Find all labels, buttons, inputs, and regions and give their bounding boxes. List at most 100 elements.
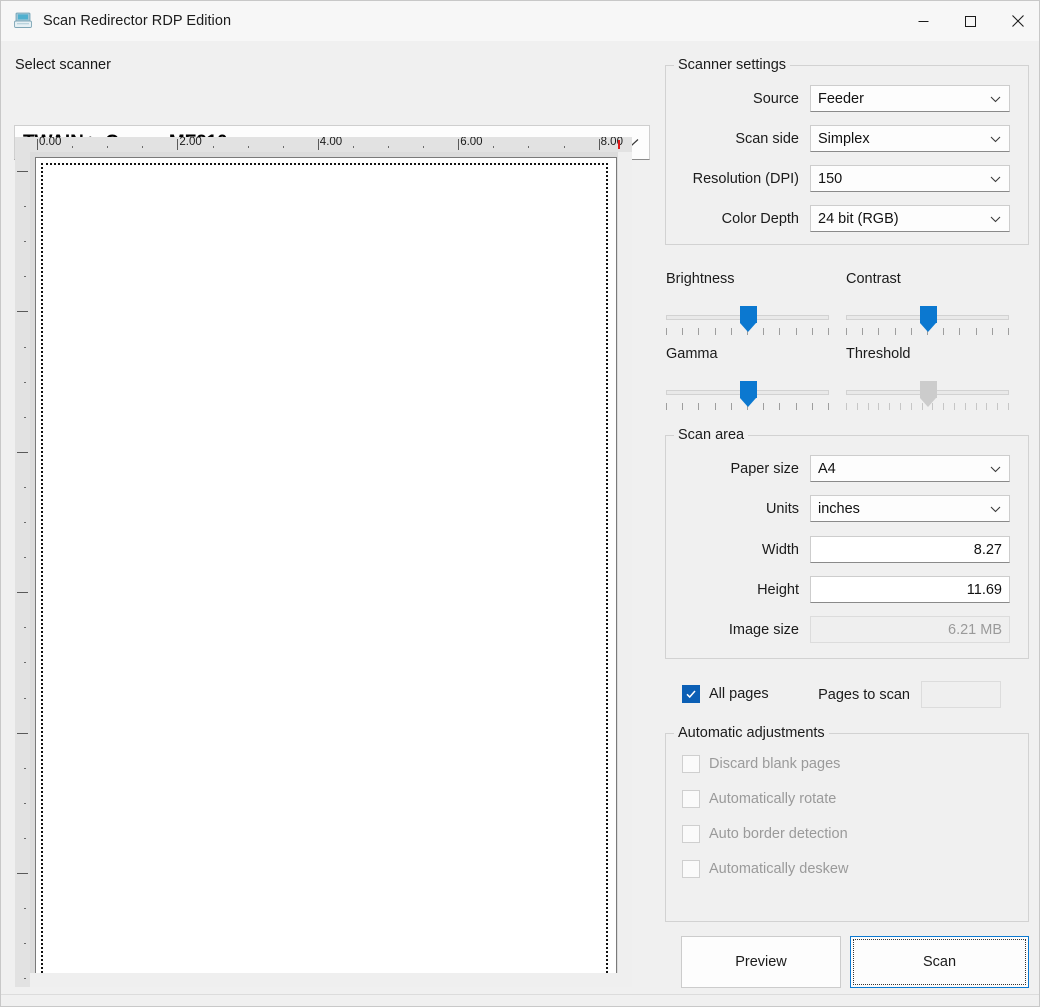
threshold-slider[interactable] (846, 381, 1009, 409)
pages-to-scan-label: Pages to scan (811, 687, 921, 703)
scan-side-label: Scan side (670, 131, 810, 147)
ruler-label: 2.00 (179, 137, 201, 148)
chevron-down-icon (990, 210, 1001, 228)
ruler-label: 0.00 (39, 137, 61, 148)
units-label: Units (670, 501, 810, 517)
gamma-slider[interactable] (666, 381, 829, 409)
chevron-down-icon (990, 90, 1001, 108)
auto-border-detection-row[interactable]: Auto border detection (682, 825, 848, 843)
preview-canvas[interactable] (35, 157, 617, 977)
automatically-deskew-label: Automatically deskew (709, 861, 848, 877)
scan-side-value: Simplex (818, 131, 870, 147)
contrast-slider-block: Contrast (846, 271, 1009, 334)
paper-size-value: A4 (818, 461, 836, 477)
chevron-down-icon (990, 500, 1001, 518)
all-pages-label: All pages (709, 686, 769, 702)
preview-horizontal-scrollbar[interactable] (30, 973, 632, 987)
maximize-button[interactable] (947, 1, 994, 41)
row-color-depth: Color Depth 24 bit (RGB) (670, 205, 1010, 232)
row-scan-side: Scan side Simplex (670, 125, 1010, 152)
row-source: Source Feeder (670, 85, 1010, 112)
row-pages-to-scan: Pages to scan (811, 681, 1001, 708)
right-panel: Scanner settings Source Feeder Scan side… (661, 41, 1040, 1007)
chevron-down-icon (990, 170, 1001, 188)
ruler-label: 4.00 (320, 137, 342, 148)
slider-thumb[interactable] (920, 306, 937, 332)
color-depth-value: 24 bit (RGB) (818, 211, 899, 227)
threshold-label: Threshold (846, 346, 1009, 362)
horizontal-ruler: 0.00 2.00 4.00 6.00 8.00 (15, 137, 632, 152)
vertical-ruler: 0.002.004.006.008.0010.00 (15, 152, 30, 987)
auto-border-detection-checkbox[interactable] (682, 825, 700, 843)
scan-side-combo[interactable]: Simplex (810, 125, 1010, 152)
row-image-size: Image size 6.21 MB (670, 616, 1010, 643)
minimize-button[interactable] (900, 1, 947, 41)
height-input[interactable]: 11.69 (810, 576, 1010, 603)
selection-rectangle[interactable] (41, 163, 608, 981)
ruler-label: 6.00 (460, 137, 482, 148)
scanner-icon (13, 11, 33, 31)
units-value: inches (818, 501, 860, 517)
width-value: 8.27 (974, 542, 1002, 558)
preview-area[interactable] (30, 152, 632, 987)
width-input[interactable]: 8.27 (810, 536, 1010, 563)
pages-to-scan-input[interactable] (921, 681, 1001, 708)
resolution-label: Resolution (DPI) (670, 171, 810, 187)
brightness-slider[interactable] (666, 306, 829, 334)
row-paper-size: Paper size A4 (670, 455, 1010, 482)
color-depth-combo[interactable]: 24 bit (RGB) (810, 205, 1010, 232)
threshold-slider-block: Threshold (846, 346, 1009, 409)
focus-ring (853, 939, 1026, 985)
automatically-rotate-checkbox[interactable] (682, 790, 700, 808)
automatically-rotate-row[interactable]: Automatically rotate (682, 790, 836, 808)
preview-vertical-scrollbar[interactable] (618, 152, 632, 987)
discard-blank-pages-checkbox[interactable] (682, 755, 700, 773)
row-height: Height 11.69 (670, 576, 1010, 603)
height-value: 11.69 (967, 582, 1002, 598)
scanner-settings-legend: Scanner settings (674, 57, 790, 73)
window-controls (900, 1, 1040, 41)
paper-width-marker (618, 140, 620, 149)
automatically-rotate-label: Automatically rotate (709, 791, 836, 807)
slider-thumb[interactable] (740, 381, 757, 407)
auto-border-detection-label: Auto border detection (709, 826, 848, 842)
row-width: Width 8.27 (670, 536, 1010, 563)
contrast-slider[interactable] (846, 306, 1009, 334)
height-label: Height (670, 582, 810, 598)
status-bar (1, 994, 1040, 1006)
source-label: Source (670, 91, 810, 107)
brightness-slider-block: Brightness (666, 271, 829, 334)
automatically-deskew-row[interactable]: Automatically deskew (682, 860, 848, 878)
left-panel: Select scanner TWAIN > Canon MF210 0.002… (1, 41, 661, 1007)
discard-blank-pages-row[interactable]: Discard blank pages (682, 755, 840, 773)
units-combo[interactable]: inches (810, 495, 1010, 522)
select-scanner-label: Select scanner (15, 57, 111, 73)
close-button[interactable] (994, 1, 1040, 41)
contrast-label: Contrast (846, 271, 1009, 287)
image-size-readout: 6.21 MB (810, 616, 1010, 643)
app-window: Scan Redirector RDP Edition Select scann… (0, 0, 1040, 1007)
preview-button[interactable]: Preview (681, 936, 841, 988)
slider-thumb[interactable] (740, 306, 757, 332)
source-value: Feeder (818, 91, 864, 107)
scan-area-legend: Scan area (674, 427, 748, 443)
gamma-slider-block: Gamma (666, 346, 829, 409)
slider-thumb[interactable] (920, 381, 937, 407)
row-units: Units inches (670, 495, 1010, 522)
scan-button[interactable]: Scan (850, 936, 1029, 988)
resolution-combo[interactable]: 150 (810, 165, 1010, 192)
all-pages-checkbox[interactable] (682, 685, 700, 703)
color-depth-label: Color Depth (670, 211, 810, 227)
paper-size-combo[interactable]: A4 (810, 455, 1010, 482)
resolution-value: 150 (818, 171, 842, 187)
automatically-deskew-checkbox[interactable] (682, 860, 700, 878)
width-label: Width (670, 542, 810, 558)
source-combo[interactable]: Feeder (810, 85, 1010, 112)
discard-blank-pages-label: Discard blank pages (709, 756, 840, 772)
all-pages-checkbox-row[interactable]: All pages (682, 685, 769, 703)
window-title: Scan Redirector RDP Edition (43, 13, 231, 29)
paper-size-label: Paper size (670, 461, 810, 477)
ruler-label: 8.00 (601, 137, 623, 148)
gamma-label: Gamma (666, 346, 829, 362)
automatic-adjustments-legend: Automatic adjustments (674, 725, 829, 741)
